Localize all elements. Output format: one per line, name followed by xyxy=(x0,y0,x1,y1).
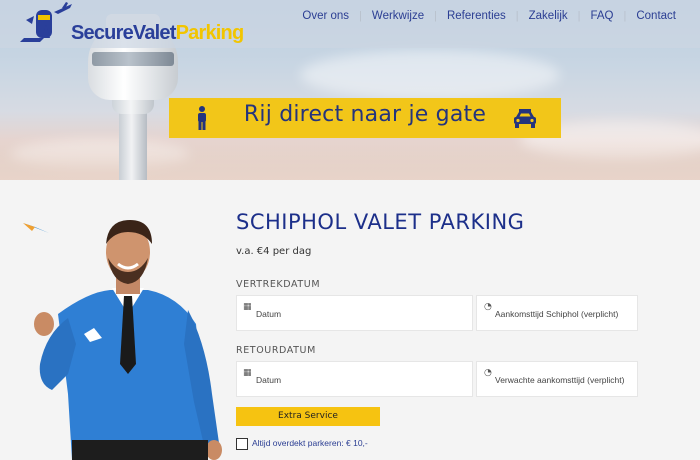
page-title: SCHIPHOL VALET PARKING xyxy=(236,210,525,234)
departure-time-placeholder: Aankomsttijd Schiphol (verplicht) xyxy=(495,309,619,319)
clock-icon: ◔ xyxy=(484,302,492,312)
hero-banner: Rij direct naar je gate xyxy=(169,98,561,138)
main-menu: Over ons | Werkwijze | Referenties | Zak… xyxy=(292,10,686,22)
hero-section: SecureValetParking Over ons | Werkwijze … xyxy=(0,0,700,180)
site-logo[interactable]: SecureValetParking xyxy=(18,2,244,46)
departure-date-placeholder: Datum xyxy=(256,309,282,319)
nav-item-zakelijk[interactable]: Zakelijk xyxy=(519,10,578,22)
covered-parking-label: Altijd overdekt parkeren: € 10,- xyxy=(252,438,368,448)
calendar-icon: ▦ xyxy=(243,302,252,312)
nav-item-werkwijze[interactable]: Werkwijze xyxy=(362,10,434,22)
return-label: RETOURDATUM xyxy=(236,345,316,356)
tower-shaft xyxy=(119,110,147,180)
logo-text: SecureValetParking xyxy=(71,22,245,45)
nav-item-contact[interactable]: Contact xyxy=(626,10,686,22)
nav-item-referenties[interactable]: Referenties xyxy=(437,10,516,22)
nav-item-over-ons[interactable]: Over ons xyxy=(292,10,359,22)
return-date-placeholder: Datum xyxy=(256,375,282,385)
return-time-field[interactable]: ◔ Verwachte aankomsttijd (verplicht) xyxy=(476,361,638,397)
return-date-field[interactable]: ▦ Datum xyxy=(236,361,473,397)
cloud xyxy=(300,50,560,100)
calendar-icon: ▦ xyxy=(243,368,252,378)
return-time-placeholder: Verwachte aankomsttijd (verplicht) xyxy=(495,375,625,385)
logo-text-part2: Parking xyxy=(175,22,245,44)
car-icon xyxy=(514,109,536,128)
banner-text: Rij direct naar je gate xyxy=(243,102,487,127)
top-navbar: SecureValetParking Over ons | Werkwijze … xyxy=(0,0,700,48)
extra-service-button[interactable]: Extra Service xyxy=(236,407,380,426)
logo-text-part1: SecureValet xyxy=(71,22,176,44)
clock-icon: ◔ xyxy=(484,368,492,378)
valet-person-image xyxy=(34,220,222,460)
tower-window xyxy=(92,52,174,66)
horizon-haze xyxy=(0,140,700,180)
covered-parking-checkbox[interactable] xyxy=(236,438,248,450)
price-text: v.a. €4 per dag xyxy=(236,246,312,257)
departure-date-field[interactable]: ▦ Datum xyxy=(236,295,473,331)
departure-label: VERTREKDATUM xyxy=(236,279,321,290)
departure-time-field[interactable]: ◔ Aankomsttijd Schiphol (verplicht) xyxy=(476,295,638,331)
nav-item-faq[interactable]: FAQ xyxy=(580,10,623,22)
logo-mark-icon xyxy=(20,2,72,42)
